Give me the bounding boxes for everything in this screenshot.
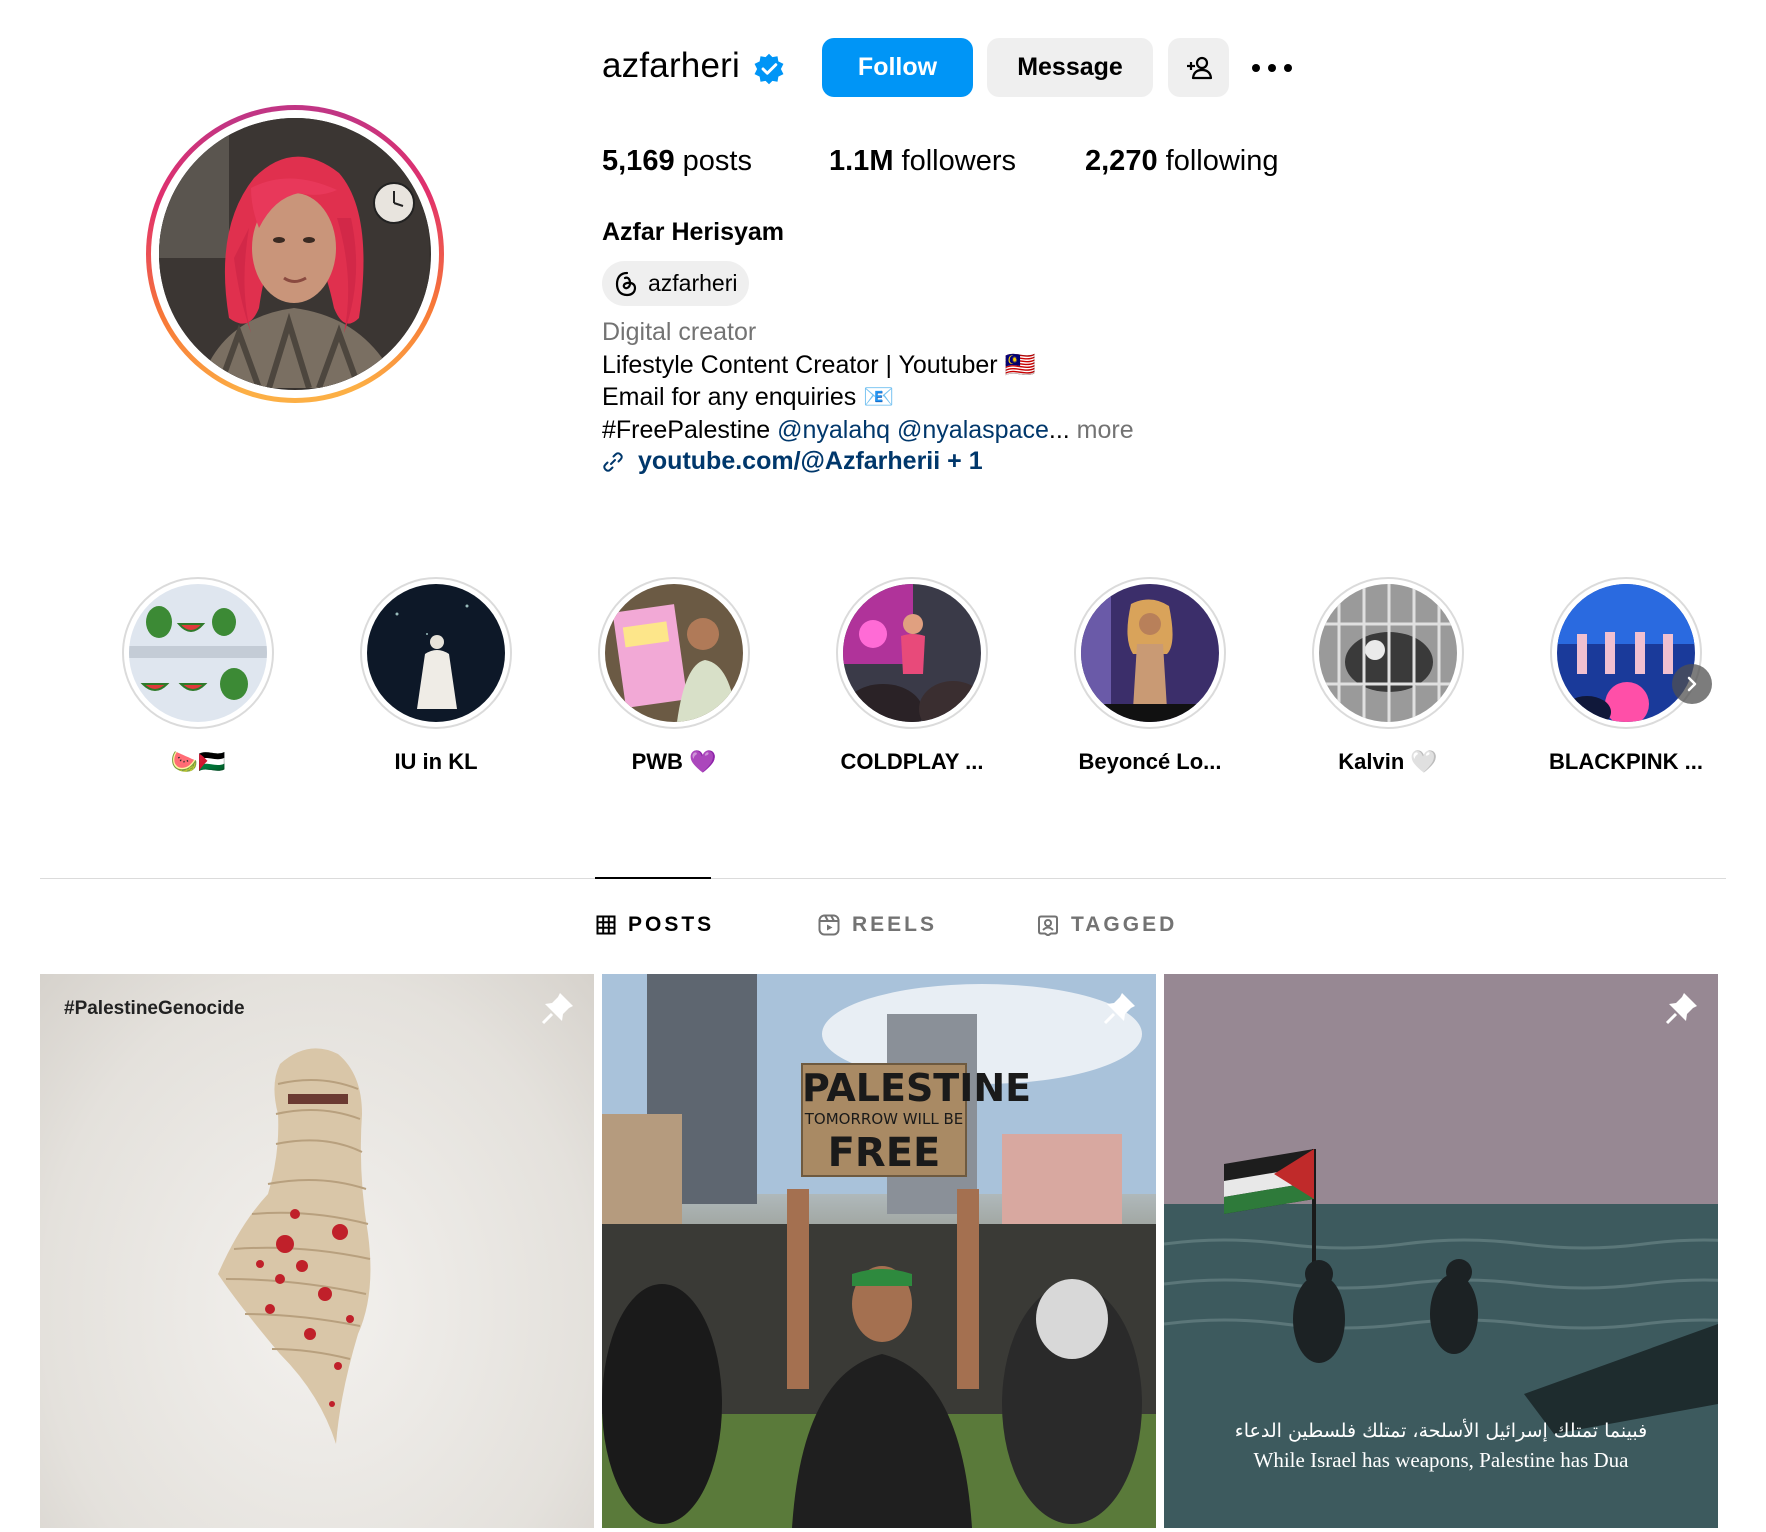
highlight-iu-in-kl[interactable]: IU in KL (360, 577, 512, 774)
highlight-cover-ring (598, 577, 750, 729)
kalvin-cat-highlight-image (1319, 584, 1457, 722)
highlight-cover-ring (1074, 577, 1226, 729)
highlight-label: 🍉🇵🇸 (170, 749, 226, 774)
tabs-divider (40, 878, 1726, 879)
highlight-beyonce[interactable]: Beyoncé Lo... (1074, 577, 1226, 774)
profile-full-name: Azfar Herisyam (602, 218, 785, 246)
pwb-highlight-image (605, 584, 743, 722)
watermelon-highlight-image (129, 584, 267, 722)
post-english-text: While Israel has weapons, Palestine has … (1253, 1448, 1629, 1472)
coldplay-highlight-image (843, 584, 981, 722)
highlight-cover-ring (1550, 577, 1702, 729)
grid-icon (596, 915, 616, 935)
tab-tagged[interactable]: TAGGED (1037, 913, 1177, 937)
post-palestine-flag-sea[interactable]: فبينما تمتلك إسرائيل الأسلحة، تمتلك فلسط… (1164, 974, 1718, 1528)
bio-mention-nyalahq[interactable]: @nyalahq (777, 416, 890, 444)
highlight-cover-ring (1312, 577, 1464, 729)
add-user-icon (1186, 56, 1212, 79)
highlight-cover (843, 584, 981, 722)
highlight-label: BLACKPINK ... (1549, 749, 1703, 774)
highlight-blackpink[interactable]: BLACKPINK ... (1549, 577, 1703, 774)
post-palestine-genocide[interactable]: #PalestineGenocide (40, 974, 594, 1528)
highlight-label: Beyoncé Lo... (1078, 749, 1222, 774)
highlight-label: Kalvin 🤍 (1338, 749, 1438, 774)
chevron-right-icon (1687, 676, 1697, 692)
concert-highlight-image (367, 584, 505, 722)
highlight-pwb[interactable]: PWB 💜 (598, 577, 750, 774)
reels-icon (818, 914, 840, 936)
post-palestine-rally[interactable]: PALESTINE TOMORROW WILL BE FREE (602, 974, 1156, 1528)
avatar (159, 118, 431, 390)
threads-icon (615, 271, 637, 296)
profile-category: Digital creator (602, 318, 757, 346)
pinned-icon (1665, 993, 1697, 1025)
flag-sea-illustration (1164, 974, 1718, 1528)
avatar-border (151, 110, 439, 398)
beyonce-highlight-image (1081, 584, 1219, 722)
highlight-kalvin[interactable]: Kalvin 🤍 (1312, 577, 1464, 774)
highlight-cover (605, 584, 743, 722)
follow-button[interactable]: Follow (822, 38, 973, 97)
pinned-icon (541, 993, 573, 1025)
highlight-coldplay[interactable]: COLDPLAY ... (836, 577, 988, 774)
rally-photo-illustration (602, 974, 1156, 1528)
link-text[interactable]: youtube.com/@Azfarherii + 1 (638, 447, 983, 476)
message-button[interactable]: Message (987, 38, 1153, 97)
profile-avatar-ring[interactable] (146, 105, 444, 403)
tab-posts[interactable]: POSTS (596, 913, 714, 937)
highlight-cover-ring (122, 577, 274, 729)
highlight-label: COLDPLAY ... (840, 749, 984, 774)
bio-line-1: Lifestyle Content Creator | Youtuber 🇲🇾 (602, 351, 1036, 379)
sign-line-3: FREE (827, 1130, 941, 1176)
highlight-cover (129, 584, 267, 722)
highlight-cover (1081, 584, 1219, 722)
bio-mention-nyalaspace[interactable]: @nyalaspace (897, 416, 1049, 444)
bio-ellipsis: ... (1048, 416, 1070, 444)
highlight-watermelon[interactable]: 🍉🇵🇸 (122, 577, 274, 774)
highlight-cover (1557, 584, 1695, 722)
verified-badge-icon (754, 53, 784, 85)
link-icon (603, 451, 623, 472)
posts-count: 5,169 posts (602, 145, 752, 177)
followers-count[interactable]: 1.1M followers (829, 145, 1016, 178)
sign-line-2: TOMORROW WILL BE (804, 1110, 964, 1128)
highlight-cover (1319, 584, 1457, 722)
more-options-icon[interactable] (1252, 56, 1292, 80)
bio-more-link[interactable]: more (1077, 416, 1134, 444)
profile-username: azfarheri (602, 46, 740, 85)
tagged-icon (1038, 915, 1058, 936)
avatar-illustration (159, 118, 429, 390)
tab-tagged-label: TAGGED (1071, 913, 1178, 936)
highlights-next-button[interactable] (1672, 664, 1712, 704)
wrapped-map-illustration (218, 1048, 371, 1444)
bio-hashtag[interactable]: #FreePalestine (602, 416, 770, 444)
highlight-cover-ring (360, 577, 512, 729)
post-arabic-text: فبينما تمتلك إسرائيل الأسلحة، تمتلك فلسط… (1234, 1420, 1648, 1442)
profile-external-link[interactable]: youtube.com/@Azfarherii + 1 (602, 447, 983, 476)
highlight-label: IU in KL (394, 749, 478, 774)
tab-reels-label: REELS (852, 913, 938, 936)
sign-line-1: PALESTINE (802, 1066, 1032, 1110)
following-count[interactable]: 2,270 following (1085, 145, 1278, 178)
suggested-users-button[interactable] (1168, 38, 1229, 97)
blackpink-highlight-image (1557, 584, 1695, 722)
threads-handle: azfarheri (648, 270, 738, 296)
highlight-cover (367, 584, 505, 722)
threads-badge[interactable]: azfarheri (602, 261, 750, 306)
pinned-icon (1103, 993, 1135, 1025)
tab-reels[interactable]: REELS (818, 913, 937, 937)
tab-posts-label: POSTS (628, 913, 715, 936)
active-tab-indicator (595, 877, 711, 879)
highlight-cover-ring (836, 577, 988, 729)
bio-line-3: #FreePalestine @nyalahq @nyalaspace... m… (602, 416, 1134, 445)
highlight-label: PWB 💜 (631, 749, 717, 774)
bio-line-2: Email for any enquiries 📧 (602, 383, 895, 411)
